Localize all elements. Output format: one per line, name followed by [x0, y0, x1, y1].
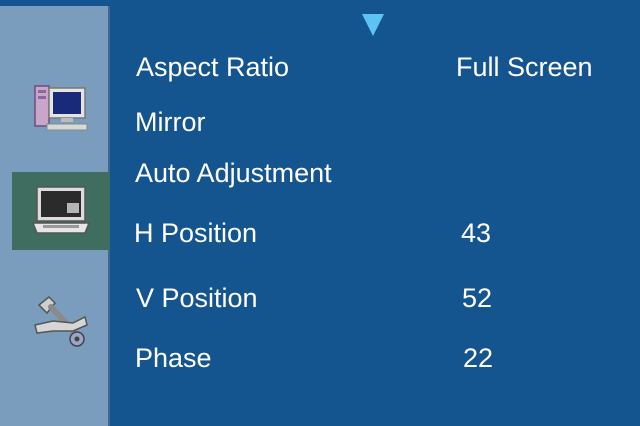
h-position-label: H Position: [134, 218, 258, 248]
auto-adjustment-label: Auto Adjustment: [135, 158, 332, 188]
v-position-value: 52: [462, 283, 493, 313]
phase-label: Phase: [135, 343, 212, 373]
aspect-ratio-value: Full Screen: [456, 52, 593, 82]
phase-value: 22: [463, 343, 494, 373]
h-position-value: 43: [461, 218, 492, 248]
mirror-label: Mirror: [135, 107, 206, 137]
v-position-label: V Position: [136, 283, 258, 313]
aspect-ratio-label: Aspect Ratio: [136, 52, 290, 82]
osd-menu-list: Aspect Ratio Full Screen Mirror Auto Adj…: [0, 0, 640, 426]
